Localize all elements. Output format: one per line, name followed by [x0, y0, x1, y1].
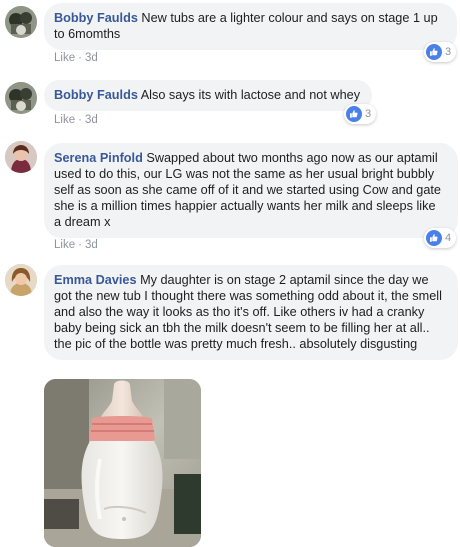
timestamp[interactable]: 3d: [85, 239, 98, 251]
thumbs-up-icon: [346, 106, 362, 122]
comment-bubble: Bobby Faulds New tubs are a lighter colo…: [44, 3, 457, 50]
reaction-badge[interactable]: 3: [344, 104, 377, 124]
reaction-count: 3: [445, 46, 452, 58]
avatar[interactable]: [5, 264, 37, 296]
comment-author[interactable]: Emma Davies: [54, 273, 137, 287]
like-link[interactable]: Like: [54, 239, 75, 251]
thumbs-up-icon: [426, 44, 442, 60]
comment-meta: Like · 3d: [54, 114, 98, 126]
avatar[interactable]: [5, 82, 37, 114]
comment-author[interactable]: Serena Pinfold: [54, 151, 143, 165]
reaction-badge[interactable]: 3: [424, 42, 457, 62]
like-link[interactable]: Like: [54, 52, 75, 64]
comment-text: Also says its with lactose and not whey: [140, 88, 361, 102]
avatar[interactable]: [5, 6, 37, 38]
comment-meta: Like · 3d: [54, 52, 98, 64]
timestamp[interactable]: 3d: [85, 114, 98, 126]
comment-bubble: Bobby Faulds Also says its with lactose …: [44, 80, 373, 111]
reaction-count: 3: [365, 108, 372, 120]
separator-dot: ·: [78, 52, 82, 64]
separator-dot: ·: [78, 114, 82, 126]
separator-dot: ·: [78, 239, 82, 251]
thumbs-up-icon: [426, 230, 442, 246]
comment-bubble: Serena Pinfold Swapped about two months …: [44, 143, 458, 238]
reaction-count: 4: [445, 232, 452, 244]
comment-bubble: Emma Davies My daughter is on stage 2 ap…: [44, 265, 458, 360]
avatar[interactable]: [5, 141, 37, 173]
comment-author[interactable]: Bobby Faulds: [54, 88, 138, 102]
timestamp[interactable]: 3d: [85, 52, 98, 64]
comment-meta: Like · 3d: [54, 239, 98, 251]
like-link[interactable]: Like: [54, 114, 75, 126]
attached-photo[interactable]: [44, 379, 201, 547]
reaction-badge[interactable]: 4: [424, 228, 457, 248]
comment-author[interactable]: Bobby Faulds: [54, 11, 138, 25]
